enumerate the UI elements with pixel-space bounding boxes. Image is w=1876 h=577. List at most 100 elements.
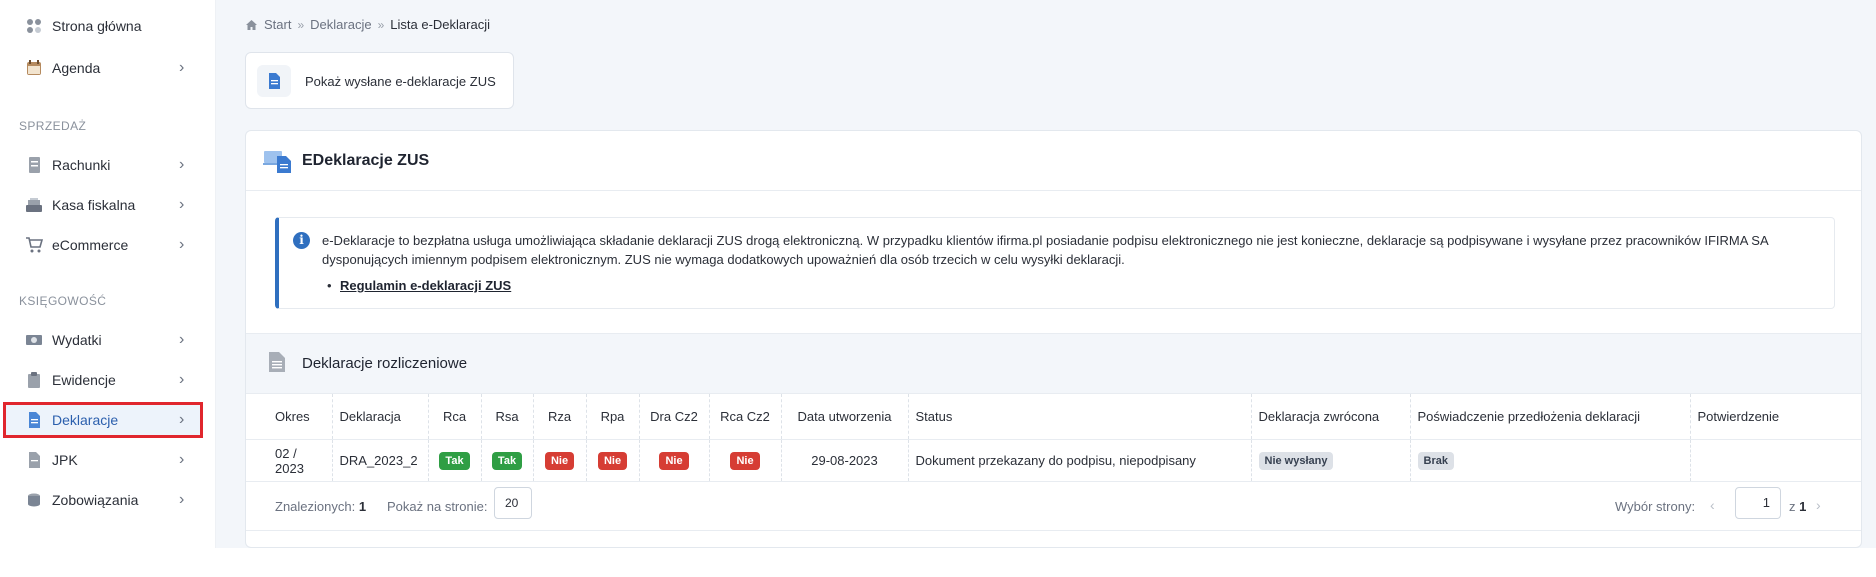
sidebar-item-ecommerce[interactable]: eCommerce › [3, 227, 203, 263]
section-label-sprzedaz: SPRZEDAŻ [19, 119, 87, 133]
sidebar-item-label: eCommerce [52, 237, 129, 253]
info-alert: i e-Deklaracje to bezpłatna usługa umożl… [275, 217, 1835, 309]
column-header-rsa[interactable]: Rsa [481, 393, 534, 440]
chevron-right-icon: › [179, 491, 185, 508]
sidebar-item-jpk[interactable]: JPK › [3, 442, 203, 478]
sidebar: Strona główna Agenda › SPRZEDAŻ Rachunki… [0, 0, 216, 548]
sidebar-item-wydatki[interactable]: Wydatki › [3, 322, 203, 358]
document-icon [29, 412, 40, 428]
breadcrumb-separator-icon: » [297, 17, 305, 32]
status-badge: Nie [544, 451, 575, 470]
status-badge: Tak [491, 451, 523, 470]
column-header-deklaracja[interactable]: Deklaracja [332, 393, 429, 440]
sidebar-item-kasa-fiskalna[interactable]: Kasa fiskalna › [3, 187, 203, 223]
column-header-data-utworzenia[interactable]: Data utworzenia [781, 393, 909, 440]
chevron-right-icon: › [179, 156, 185, 173]
column-header-potwierdzenie[interactable]: Potwierdzenie [1690, 393, 1861, 440]
sidebar-item-ewidencje[interactable]: Ewidencje › [3, 362, 203, 398]
breadcrumb-start[interactable]: Start [264, 17, 291, 32]
sidebar-item-label: Deklaracje [52, 412, 119, 428]
page-total: z 1 [1789, 499, 1806, 514]
sidebar-item-rachunki[interactable]: Rachunki › [3, 147, 203, 183]
chevron-left-icon[interactable]: ‹ [1710, 497, 1715, 513]
sidebar-item-label: Zobowiązania [52, 492, 139, 508]
breadcrumb-deklaracje[interactable]: Deklaracje [310, 17, 371, 32]
breadcrumb-current: Lista e-Deklaracji [390, 17, 490, 32]
regulamin-link[interactable]: Regulamin e-deklaracji ZUS [340, 278, 511, 293]
column-header-rpa[interactable]: Rpa [586, 393, 640, 440]
sidebar-item-agenda[interactable]: Agenda › [3, 50, 203, 86]
cell-rza: Nie [533, 439, 587, 482]
cart-icon [26, 237, 43, 253]
table-header-row: Okres Deklaracja Rca Rsa Rza Rpa Dra Cz2… [246, 393, 1861, 440]
cell-data-utworzenia: 29-08-2023 [781, 439, 909, 482]
sidebar-item-label: Kasa fiskalna [52, 197, 136, 213]
column-header-rca-cz2[interactable]: Rca Cz2 [709, 393, 782, 440]
show-sent-declarations-button[interactable]: Pokaż wysłane e-deklaracje ZUS [245, 52, 514, 109]
info-text: e-Deklaracje to bezpłatna usługa umożliw… [322, 233, 1768, 267]
cell-potwierdzenie [1690, 439, 1861, 482]
found-count: Znalezionych: 1 [275, 499, 366, 514]
per-page-label: Pokaż na stronie: [387, 499, 488, 514]
column-header-poswiadczenie[interactable]: Poświadczenie przedłożenia deklaracji [1410, 393, 1691, 440]
money-icon [26, 335, 42, 345]
chevron-right-icon: › [179, 331, 185, 348]
receipt-icon [29, 157, 40, 173]
bottom-strip [0, 548, 1876, 577]
table-footer: Znalezionych: 1 Pokaż na stronie: 20 Wyb… [246, 481, 1861, 531]
show-sent-declarations-label: Pokaż wysłane e-deklaracje ZUS [305, 74, 496, 89]
column-header-rza[interactable]: Rza [533, 393, 587, 440]
settlement-declarations-header: Deklaracje rozliczeniowe [246, 333, 1861, 393]
status-badge: Nie [659, 451, 689, 470]
column-header-deklaracja-zwrocona[interactable]: Deklaracja zwrócona [1251, 393, 1411, 440]
cell-status: Dokument przekazany do podpisu, niepodpi… [908, 439, 1252, 482]
sidebar-item-label: JPK [52, 452, 78, 468]
cell-deklaracja-zwrocona: Nie wysłany [1251, 439, 1411, 482]
home-icon [246, 19, 257, 30]
column-header-rca[interactable]: Rca [428, 393, 482, 440]
found-value: 1 [358, 499, 367, 514]
table-row: 02 / 2023 DRA_2023_2 Tak Tak Nie Nie Nie… [246, 439, 1861, 482]
sidebar-item-zobowiazania[interactable]: Zobowiązania › [3, 482, 203, 518]
cell-okres: 02 / 2023 [246, 439, 333, 482]
page-total-value: 1 [1799, 499, 1807, 514]
page-select-label: Wybór strony: [1615, 499, 1696, 514]
chevron-right-icon: › [179, 371, 185, 388]
sidebar-item-label: Strona główna [52, 18, 142, 34]
column-header-okres[interactable]: Okres [246, 393, 333, 440]
card-header: EDeklaracje ZUS [246, 131, 1861, 191]
sidebar-item-label: Wydatki [52, 332, 102, 348]
breadcrumb-separator-icon: » [377, 17, 385, 32]
sidebar-item-deklaracje[interactable]: Deklaracje › [3, 402, 203, 438]
cell-deklaracja: DRA_2023_2 [332, 439, 429, 482]
clipboard-icon [28, 372, 40, 388]
coins-icon [28, 493, 40, 507]
cash-register-icon [26, 198, 42, 212]
edeklaracje-card: EDeklaracje ZUS i e-Deklaracje to bezpła… [245, 130, 1862, 548]
chevron-right-icon[interactable]: › [1816, 497, 1821, 513]
document-icon [257, 65, 291, 97]
status-badge: Nie [597, 451, 628, 470]
cell-dra-cz2: Nie [639, 439, 710, 482]
page-number-input[interactable]: 1 [1735, 487, 1781, 519]
found-label: Znalezionych: [275, 499, 356, 514]
dashboard-icon [27, 19, 41, 33]
cell-rca-cz2: Nie [709, 439, 782, 482]
column-header-status[interactable]: Status [908, 393, 1252, 440]
settlement-declarations-title: Deklaracje rozliczeniowe [302, 355, 468, 372]
sidebar-item-label: Agenda [52, 60, 101, 76]
per-page-input[interactable]: 20 [494, 487, 532, 519]
chevron-right-icon: › [179, 236, 185, 253]
calendar-icon [27, 60, 41, 75]
cell-poswiadczenie: Brak [1410, 439, 1691, 482]
section-label-ksiegowosc: KSIĘGOWOŚĆ [19, 294, 107, 308]
bullet-icon: • [327, 278, 332, 293]
declarations-table: Okres Deklaracja Rca Rsa Rza Rpa Dra Cz2… [246, 393, 1861, 482]
page-of-label: z [1789, 499, 1796, 514]
column-header-dra-cz2[interactable]: Dra Cz2 [639, 393, 710, 440]
breadcrumb: Start » Deklaracje » Lista e-Deklaracji [245, 17, 490, 32]
sidebar-item-strona-glowna[interactable]: Strona główna [3, 8, 203, 44]
chevron-right-icon: › [179, 411, 185, 428]
main-content: Start » Deklaracje » Lista e-Deklaracji … [216, 0, 1876, 548]
sidebar-item-label: Rachunki [52, 157, 111, 173]
